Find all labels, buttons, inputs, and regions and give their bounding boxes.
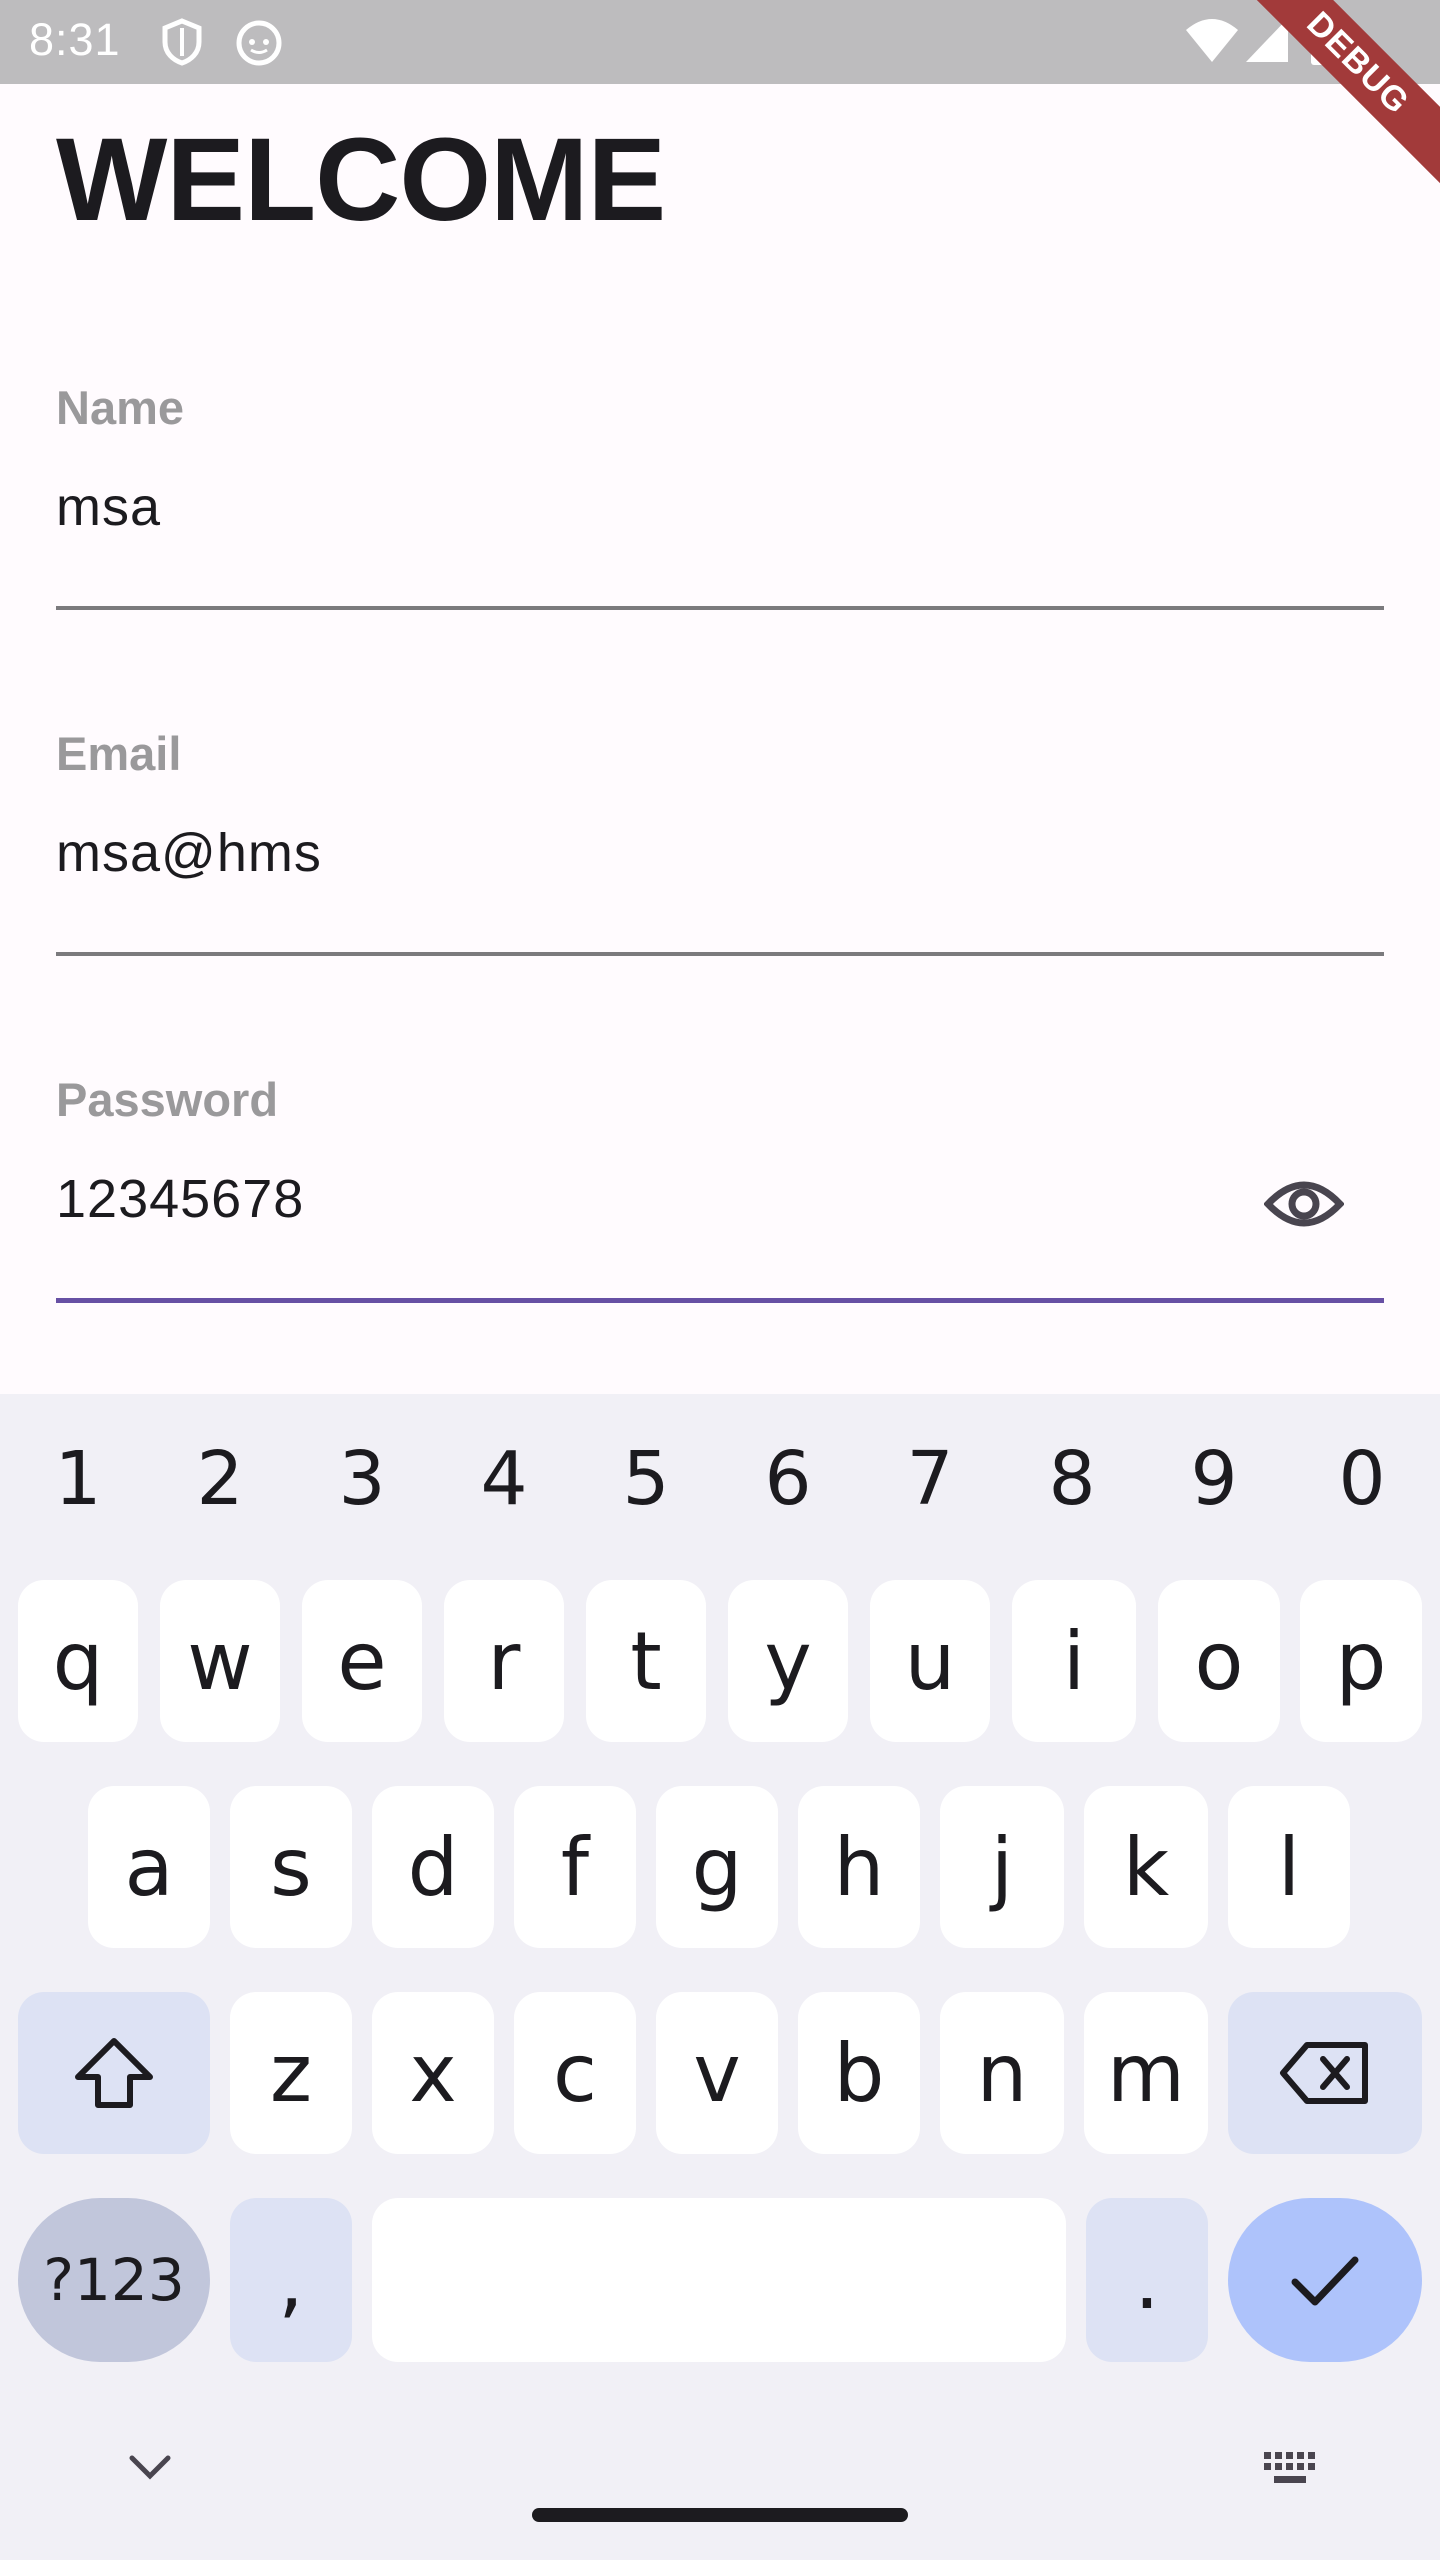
password-field: Password	[56, 1072, 1384, 1303]
key-b[interactable]: b	[798, 1992, 920, 2154]
key-u[interactable]: u	[870, 1580, 990, 1742]
key-a[interactable]: a	[88, 1786, 210, 1948]
key-6[interactable]: 6	[728, 1436, 848, 1522]
key-s[interactable]: s	[230, 1786, 352, 1948]
key-p[interactable]: p	[1300, 1580, 1422, 1742]
symbols-key[interactable]: ?123	[18, 2198, 210, 2362]
status-time: 8:31	[29, 14, 121, 65]
page-title: WELCOME	[56, 114, 666, 246]
shift-key[interactable]	[18, 1992, 210, 2154]
key-m[interactable]: m	[1084, 1992, 1208, 2154]
key-v[interactable]: v	[656, 1992, 778, 2154]
key-n[interactable]: n	[940, 1992, 1064, 2154]
key-3[interactable]: 3	[302, 1436, 422, 1522]
status-bar: 8:31	[0, 0, 1440, 84]
password-input[interactable]	[56, 1168, 1236, 1230]
email-underline	[56, 952, 1384, 956]
navigation-handle[interactable]	[532, 2508, 908, 2522]
key-k[interactable]: k	[1084, 1786, 1208, 1948]
soft-keyboard: 1 2 3 4 5 6 7 8 9 0 q w e r t y u i o p …	[0, 1394, 1440, 2560]
backspace-icon	[1279, 2041, 1371, 2105]
key-8[interactable]: 8	[1012, 1436, 1132, 1522]
key-0[interactable]: 0	[1302, 1436, 1422, 1522]
comma-key[interactable]: ,	[230, 2198, 352, 2362]
key-e[interactable]: e	[302, 1580, 422, 1742]
key-d[interactable]: d	[372, 1786, 494, 1948]
eye-icon[interactable]	[1263, 1172, 1345, 1236]
key-5[interactable]: 5	[586, 1436, 706, 1522]
key-q[interactable]: q	[18, 1580, 138, 1742]
key-l[interactable]: l	[1228, 1786, 1350, 1948]
name-underline	[56, 606, 1384, 610]
keyboard-icon[interactable]	[1262, 2448, 1318, 2488]
key-w[interactable]: w	[160, 1580, 280, 1742]
key-t[interactable]: t	[586, 1580, 706, 1742]
name-input[interactable]	[56, 476, 1236, 538]
name-label: Name	[56, 381, 185, 434]
shield-icon	[160, 18, 204, 71]
chevron-down-icon[interactable]	[128, 2454, 172, 2482]
key-g[interactable]: g	[656, 1786, 778, 1948]
key-j[interactable]: j	[940, 1786, 1064, 1948]
key-o[interactable]: o	[1158, 1580, 1280, 1742]
enter-key[interactable]	[1228, 2198, 1422, 2362]
key-i[interactable]: i	[1012, 1580, 1136, 1742]
key-z[interactable]: z	[230, 1992, 352, 2154]
wifi-icon	[1184, 16, 1240, 69]
name-field: Name	[56, 380, 1384, 610]
key-h[interactable]: h	[798, 1786, 920, 1948]
key-2[interactable]: 2	[160, 1436, 280, 1522]
number-row: 1 2 3 4 5 6 7 8 9 0	[0, 1394, 1440, 1554]
key-y[interactable]: y	[728, 1580, 848, 1742]
key-c[interactable]: c	[514, 1992, 636, 2154]
key-1[interactable]: 1	[18, 1436, 138, 1522]
key-9[interactable]: 9	[1154, 1436, 1274, 1522]
key-4[interactable]: 4	[444, 1436, 564, 1522]
space-key[interactable]	[372, 2198, 1066, 2362]
backspace-key[interactable]	[1228, 1992, 1422, 2154]
key-f[interactable]: f	[514, 1786, 636, 1948]
cat-icon	[234, 18, 284, 71]
email-field: Email	[56, 726, 1384, 956]
checkmark-icon	[1289, 2252, 1361, 2308]
password-underline	[56, 1298, 1384, 1303]
key-7[interactable]: 7	[870, 1436, 990, 1522]
shift-icon	[72, 2035, 156, 2111]
period-key[interactable]: .	[1086, 2198, 1208, 2362]
key-r[interactable]: r	[444, 1580, 564, 1742]
password-label: Password	[56, 1073, 279, 1126]
email-input[interactable]	[56, 822, 1236, 884]
email-label: Email	[56, 727, 182, 780]
key-x[interactable]: x	[372, 1992, 494, 2154]
